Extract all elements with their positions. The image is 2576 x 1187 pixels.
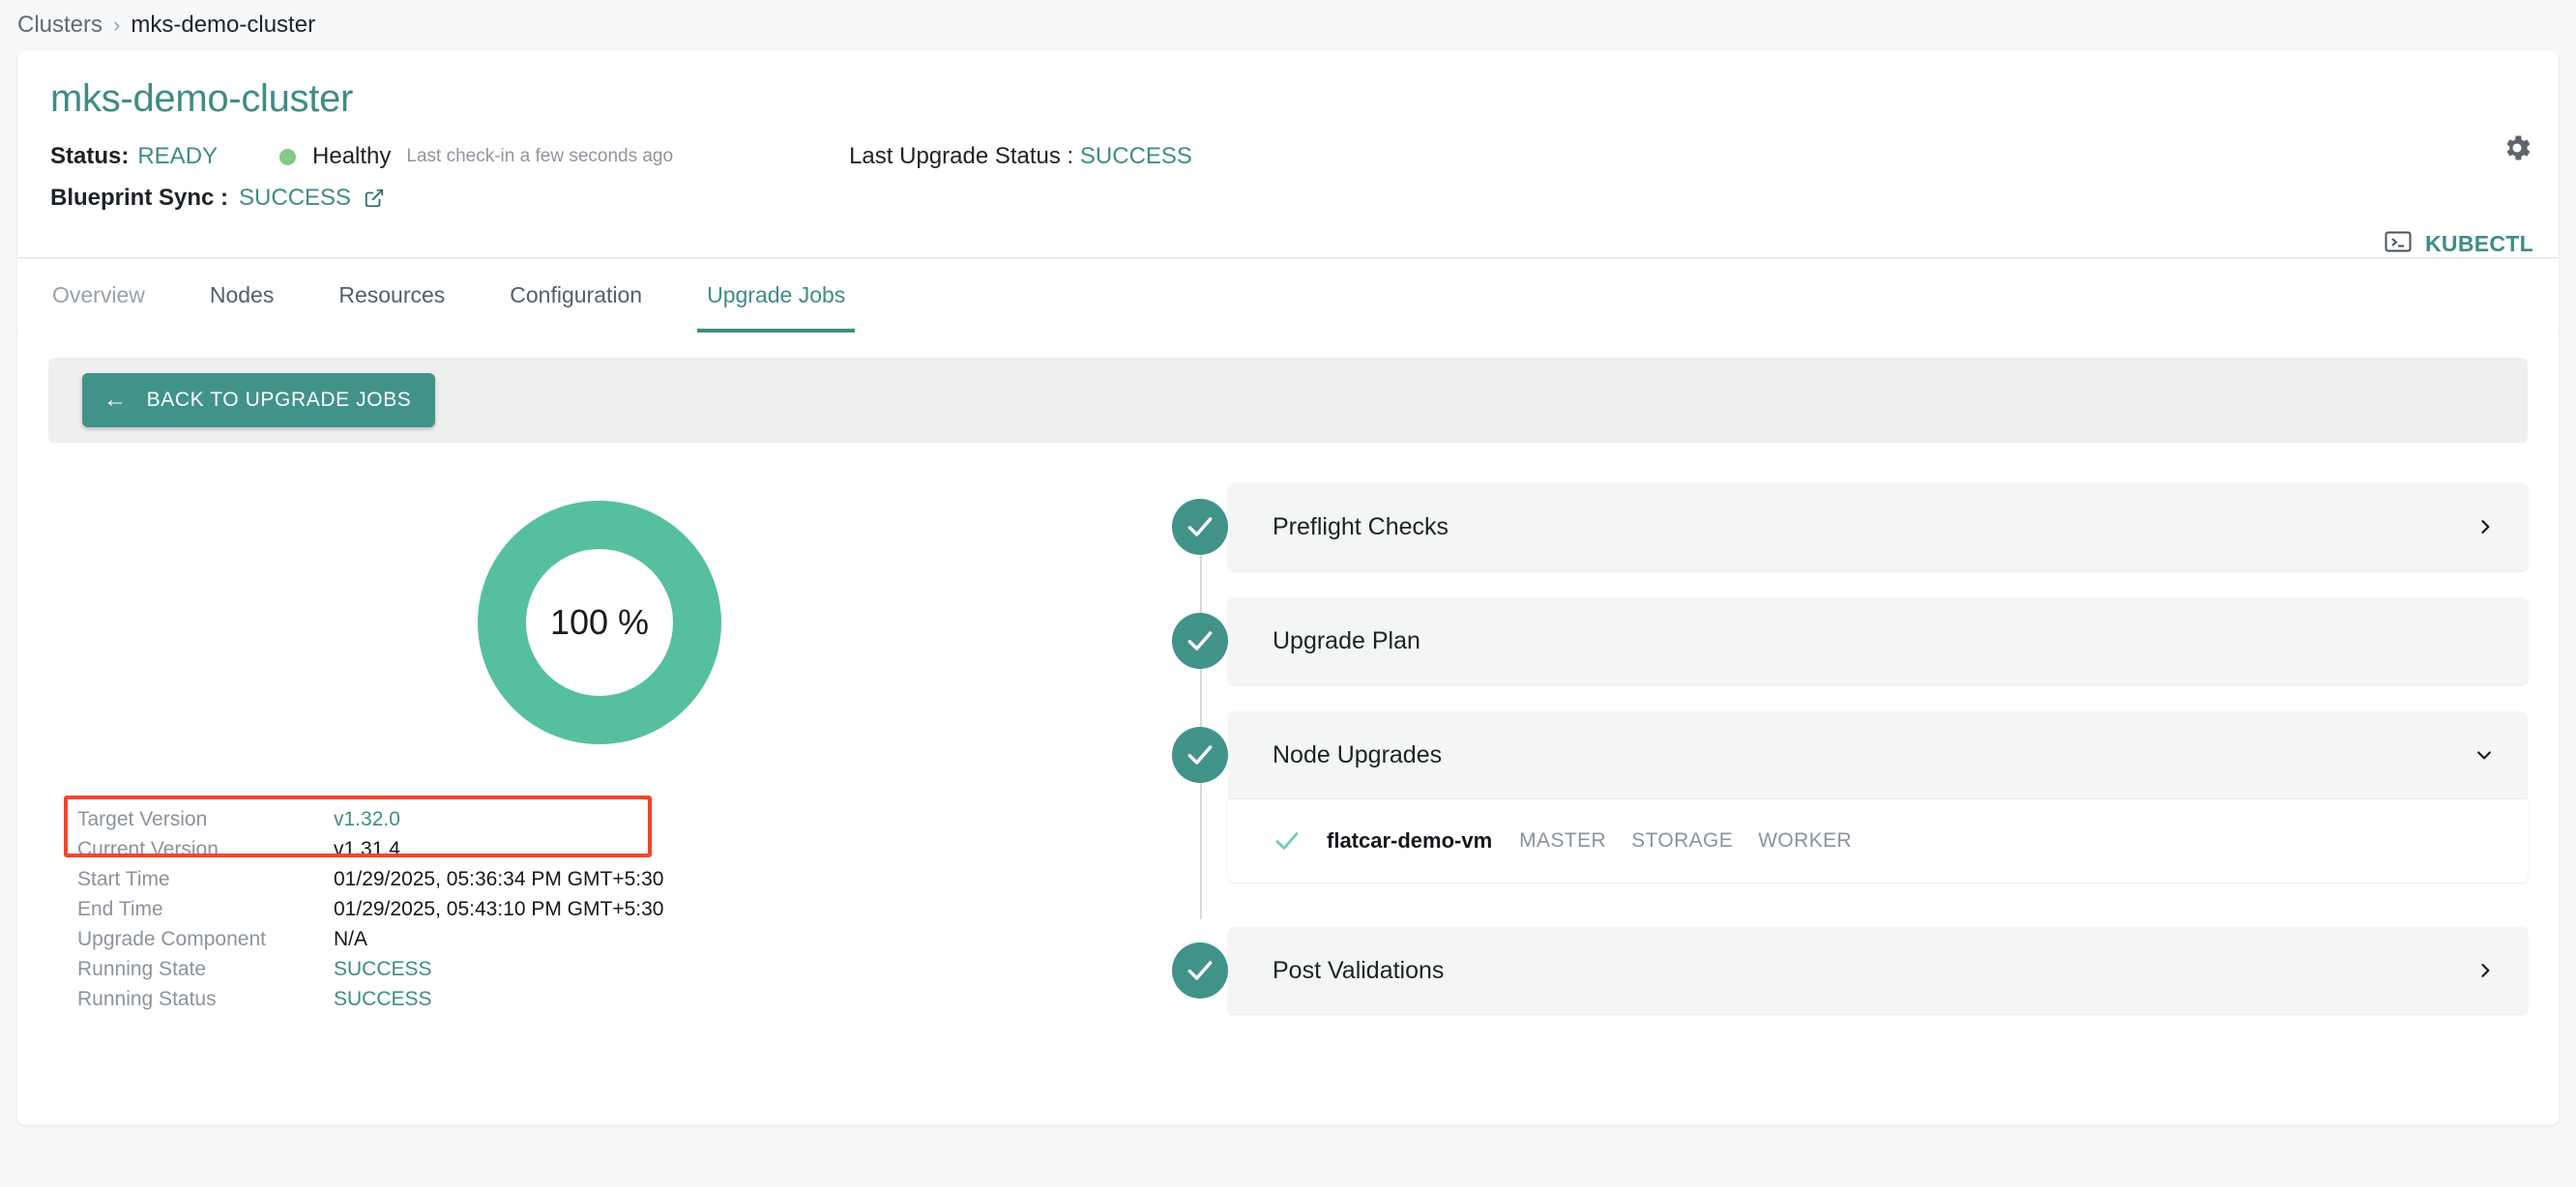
node-role-worker: WORKER <box>1758 829 1853 852</box>
detail-label-upgrade-component: Upgrade Component <box>77 927 266 950</box>
external-link-icon[interactable] <box>364 188 385 209</box>
step-success-check-icon <box>1172 942 1228 999</box>
tab-upgrade-jobs[interactable]: Upgrade Jobs <box>697 258 856 333</box>
job-details-table: Target Version v1.32.0 Current Version v… <box>48 796 1151 1014</box>
detail-value-target-version: v1.32.0 <box>334 807 400 830</box>
tab-nodes[interactable]: Nodes <box>208 258 276 333</box>
cluster-header-card: mks-demo-cluster Status: READY Healthy L… <box>17 50 2559 257</box>
node-name: flatcar-demo-vm <box>1327 828 1493 853</box>
upgrade-steps-timeline: Preflight Checks Upgrade Plan Node Upgra… <box>1172 483 2528 1014</box>
step-title: Post Validations <box>1273 956 1445 984</box>
breadcrumb-link-clusters[interactable]: Clusters <box>17 12 102 39</box>
step-header-preflight-checks[interactable]: Preflight Checks <box>1228 483 2528 570</box>
tab-configuration[interactable]: Configuration <box>508 258 644 333</box>
last-upgrade-status: Last Upgrade Status : SUCCESS <box>849 143 1192 170</box>
last-upgrade-value: SUCCESS <box>1079 143 1192 169</box>
last-upgrade-label: Last Upgrade Status : <box>849 143 1074 169</box>
step-success-check-icon <box>1172 613 1228 669</box>
upgrade-steps-column: Preflight Checks Upgrade Plan Node Upgra… <box>1151 483 2528 1041</box>
detail-label-end-time: End Time <box>77 897 163 920</box>
chevron-right-icon[interactable] <box>2475 516 2495 537</box>
timeline-rail <box>1200 526 1202 919</box>
chevron-down-icon[interactable] <box>2474 745 2495 765</box>
page-title: mks-demo-cluster <box>50 77 354 120</box>
blueprint-sync-label: Blueprint Sync : <box>50 185 229 211</box>
chevron-right-icon[interactable] <box>2475 960 2495 981</box>
blueprint-sync-value: SUCCESS <box>239 185 352 211</box>
back-to-upgrade-jobs-button[interactable]: ← BACK TO UPGRADE JOBS <box>82 373 436 427</box>
table-row: End Time 01/29/2025, 05:43:10 PM GMT+5:3… <box>77 894 1151 924</box>
node-role-storage: STORAGE <box>1631 829 1734 852</box>
progress-donut-chart: 100 % <box>48 501 1151 744</box>
breadcrumb-separator-icon: › <box>113 13 121 37</box>
terminal-icon <box>2385 230 2412 258</box>
job-summary-column: 100 % Target Version v1.32.0 Current Ver… <box>48 483 1151 1041</box>
tab-bar: Overview Nodes Resources Configuration U… <box>17 257 2559 333</box>
step-title: Preflight Checks <box>1273 512 1449 540</box>
step-header-upgrade-plan[interactable]: Upgrade Plan <box>1228 597 2528 684</box>
detail-label-target-version: Target Version <box>77 807 208 830</box>
tab-resources[interactable]: Resources <box>337 258 447 333</box>
upgrade-job-detail-panel: ← BACK TO UPGRADE JOBS 100 % Target Vers… <box>17 333 2559 1125</box>
status-label: Status: <box>50 143 130 169</box>
detail-label-start-time: Start Time <box>77 867 170 890</box>
step-title: Node Upgrades <box>1273 740 1443 768</box>
node-upgrades-panel: flatcar-demo-vm MASTER STORAGE WORKER <box>1228 798 2528 883</box>
node-success-check-icon <box>1273 826 1302 855</box>
step-title: Upgrade Plan <box>1273 626 1420 654</box>
back-toolbar: ← BACK TO UPGRADE JOBS <box>48 358 2528 443</box>
detail-label-running-state: Running State <box>77 957 207 980</box>
progress-percent-label: 100 % <box>549 602 650 642</box>
detail-value-start-time: 01/29/2025, 05:36:34 PM GMT+5:30 <box>334 867 664 890</box>
detail-value-running-state: SUCCESS <box>334 957 432 980</box>
detail-value-upgrade-component: N/A <box>334 927 368 950</box>
list-item[interactable]: flatcar-demo-vm MASTER STORAGE WORKER <box>1273 821 2495 861</box>
step-node-upgrades: Node Upgrades flatcar-demo-vm MASTER STO… <box>1172 711 2528 883</box>
last-checkin-text: Last check-in a few seconds ago <box>406 146 674 166</box>
health-dot-icon <box>279 148 297 165</box>
health-label: Healthy <box>312 143 392 169</box>
kubectl-button[interactable]: KUBECTL <box>2385 230 2533 258</box>
step-header-post-validations[interactable]: Post Validations <box>1228 927 2528 1014</box>
breadcrumb: Clusters › mks-demo-cluster <box>0 0 2576 50</box>
detail-label-current-version: Current Version <box>77 837 219 860</box>
table-row: Upgrade Component N/A <box>77 924 1151 954</box>
detail-value-end-time: 01/29/2025, 05:43:10 PM GMT+5:30 <box>334 897 664 920</box>
blueprint-sync-row: Blueprint Sync : SUCCESS <box>50 185 2526 212</box>
step-success-check-icon <box>1172 727 1228 783</box>
step-post-validations: Post Validations <box>1172 927 2528 1014</box>
step-header-node-upgrades[interactable]: Node Upgrades <box>1228 711 2528 798</box>
step-success-check-icon <box>1172 499 1228 555</box>
arrow-left-icon: ← <box>103 387 128 413</box>
breadcrumb-current: mks-demo-cluster <box>131 12 316 38</box>
node-role-master: MASTER <box>1519 829 1607 852</box>
step-preflight-checks: Preflight Checks <box>1172 483 2528 570</box>
back-button-label: BACK TO UPGRADE JOBS <box>146 389 412 411</box>
tab-overview[interactable]: Overview <box>50 258 147 333</box>
table-row: Running Status SUCCESS <box>77 984 1151 1014</box>
health-indicator: Healthy Last check-in a few seconds ago <box>279 143 673 170</box>
kubectl-label: KUBECTL <box>2425 231 2533 256</box>
cluster-status-row: Status: READY Healthy Last check-in a fe… <box>50 142 2526 171</box>
table-row: Start Time 01/29/2025, 05:36:34 PM GMT+5… <box>77 864 1151 894</box>
status-value: READY <box>137 143 219 169</box>
detail-label-running-status: Running Status <box>77 987 217 1010</box>
detail-value-current-version: v1.31.4 <box>334 837 400 860</box>
gear-icon[interactable] <box>2501 131 2533 164</box>
detail-value-running-status: SUCCESS <box>334 987 432 1010</box>
step-upgrade-plan: Upgrade Plan <box>1172 597 2528 684</box>
table-row: Current Version v1.31.4 <box>77 834 1151 864</box>
table-row: Running State SUCCESS <box>77 954 1151 984</box>
table-row: Target Version v1.32.0 <box>77 804 1151 834</box>
